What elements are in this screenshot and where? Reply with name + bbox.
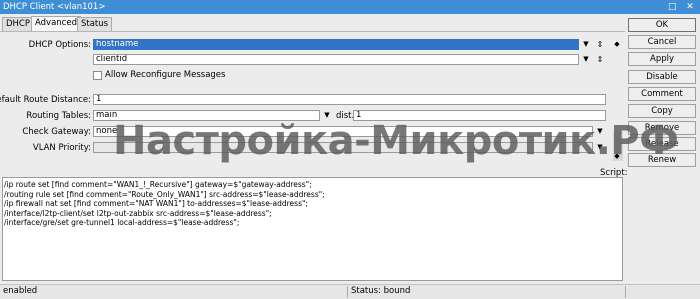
tab-status[interactable]: Status	[77, 17, 113, 31]
scroll-up-icon[interactable]: ◆	[612, 39, 622, 50]
routing-tables-label: Routing Tables:	[26, 111, 91, 121]
dropdown-arrow-icon[interactable]: ▼	[581, 54, 591, 65]
window-titlebar: DHCP Client <vlan101> □ ✕	[0, 0, 700, 14]
script-line: /ip firewall nat set [find comment="NAT …	[4, 199, 308, 209]
dhcp-option-hostname-field[interactable]: hostname	[93, 39, 579, 50]
check-gateway-label: Check Gateway:	[22, 127, 91, 137]
allow-reconfigure-checkbox[interactable]	[93, 71, 102, 80]
script-line: /ip route set [find comment="WAN1_!_Recu…	[4, 180, 312, 189]
allow-reconfigure-label: Allow Reconfigure Messages	[105, 70, 226, 80]
status-divider	[347, 286, 348, 298]
dhcp-option-clientid-field[interactable]: clientid	[93, 54, 579, 65]
maximize-icon[interactable]: □	[666, 1, 678, 13]
status-enabled: enabled	[3, 286, 38, 296]
default-route-distance-field[interactable]: 1	[93, 94, 606, 105]
status-bound: Status: bound	[351, 286, 411, 296]
up-down-icon[interactable]: ⇕	[595, 54, 605, 65]
script-editor[interactable]: /ip route set [find comment="WAN1_!_Recu…	[2, 177, 623, 281]
tab-dhcp[interactable]: DHCP	[2, 17, 34, 31]
script-line: /interface/l2tp-client/set l2tp-out-zabb…	[4, 208, 272, 218]
status-divider	[625, 286, 626, 298]
vlan-priority-label: VLAN Priority:	[32, 143, 91, 153]
tab-advanced[interactable]: Advanced	[31, 16, 81, 31]
dhcp-options-label: DHCP Options:	[28, 40, 91, 50]
default-route-distance-label: Default Route Distance:	[0, 95, 91, 105]
ok-button[interactable]: OK	[628, 18, 696, 32]
comment-button[interactable]: Comment	[628, 87, 696, 101]
disable-button[interactable]: Disable	[628, 70, 696, 84]
dropdown-arrow-icon[interactable]: ▼	[581, 39, 591, 50]
up-down-icon[interactable]: ⇕	[595, 39, 605, 50]
dhcp-client-window: DHCP Client <vlan101> □ ✕ DHCP Advanced …	[0, 0, 700, 299]
apply-button[interactable]: Apply	[628, 52, 696, 66]
status-bar: enabled Status: bound	[0, 284, 700, 299]
window-title: DHCP Client <vlan101>	[3, 2, 106, 12]
watermark-text: Настройка-Микротик.РФ	[113, 118, 679, 164]
copy-button[interactable]: Copy	[628, 104, 696, 118]
script-line: /interface/gre/set gre-tunnel1 local-add…	[4, 218, 240, 228]
script-line: /routing rule set [find comment="Route_O…	[4, 189, 325, 199]
cancel-button[interactable]: Cancel	[628, 35, 696, 49]
close-icon[interactable]: ✕	[684, 1, 696, 13]
